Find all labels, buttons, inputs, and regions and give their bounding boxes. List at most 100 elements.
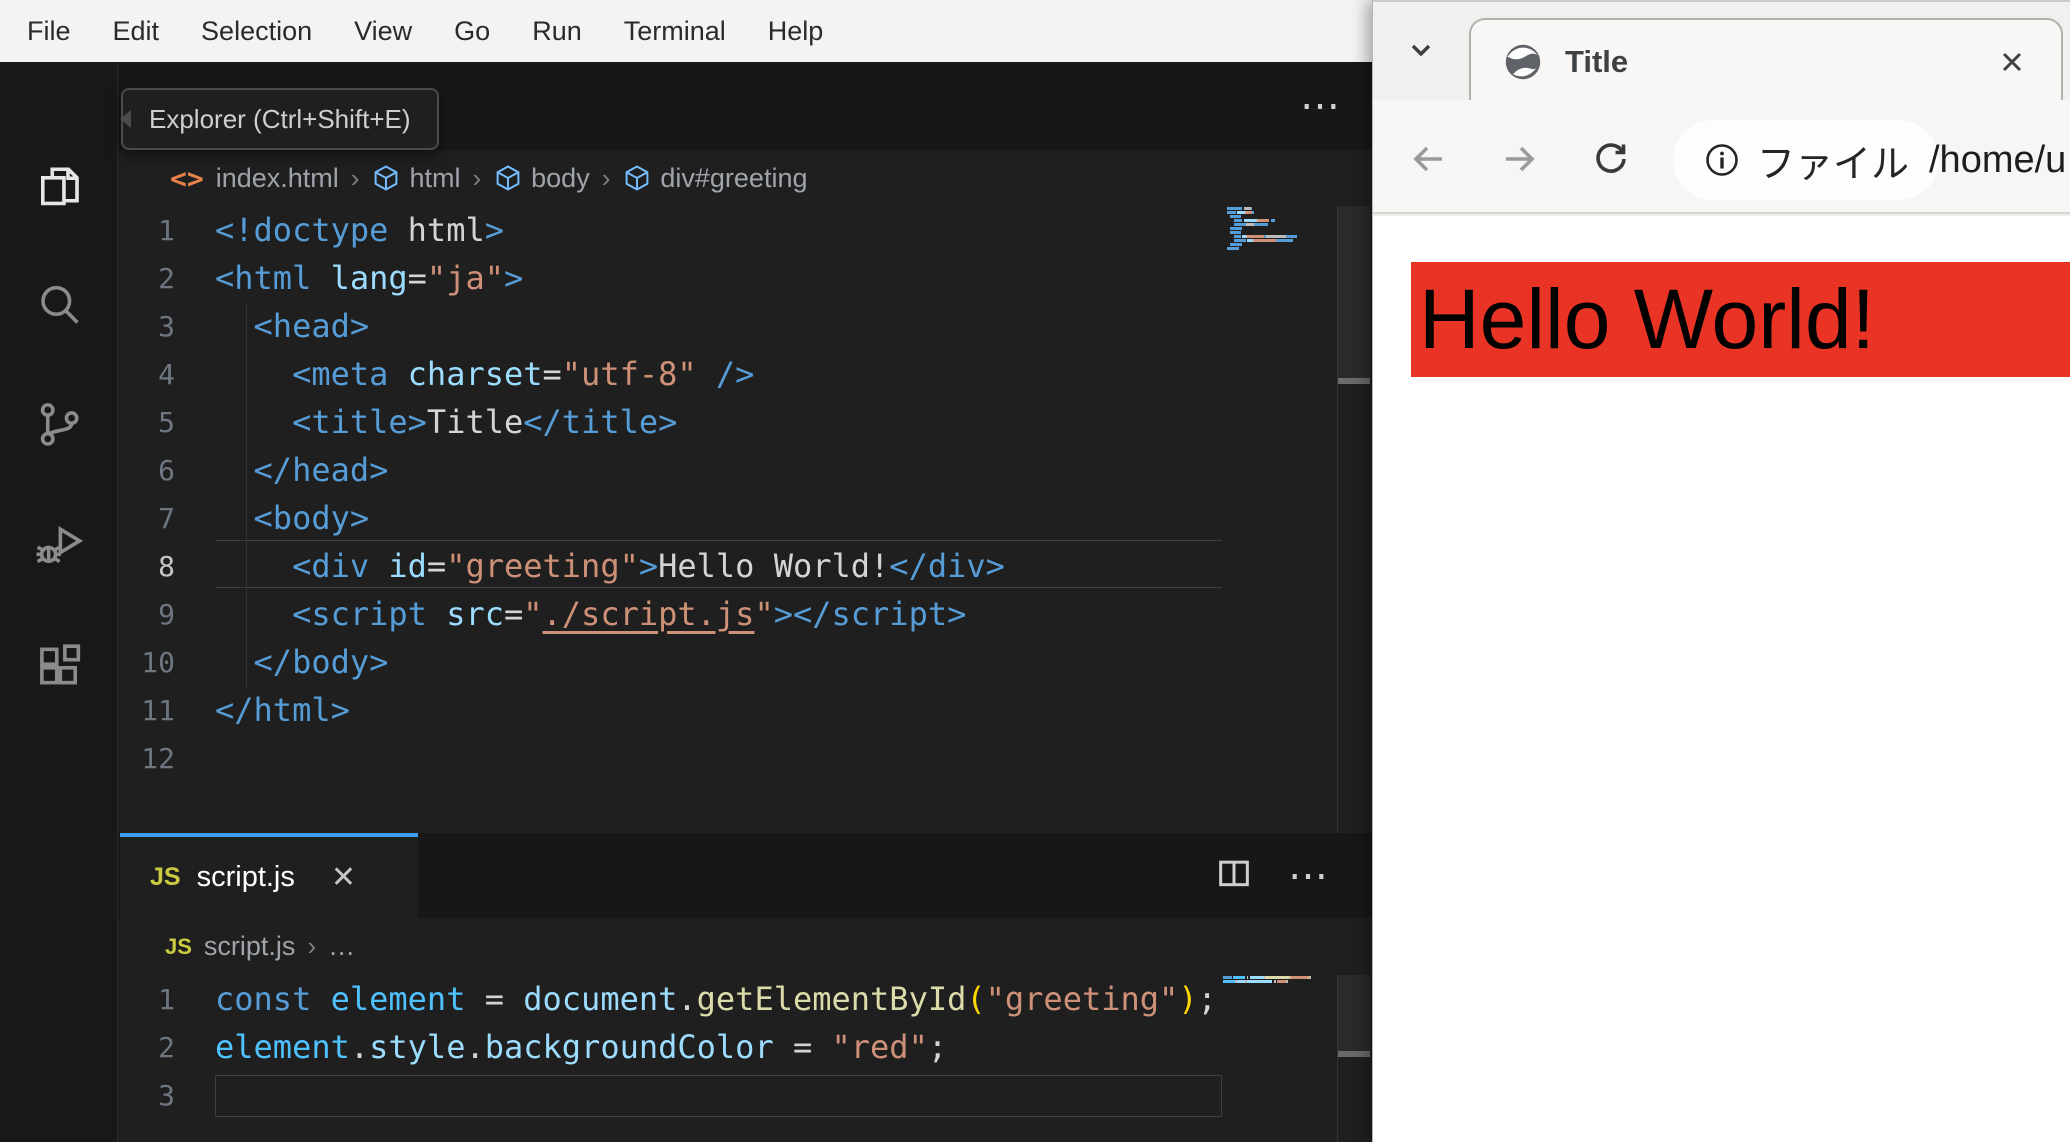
js-code-editor[interactable]: 1 const element = document.getElementById… <box>118 975 1372 1119</box>
code-text: <title>Title</title> <box>292 403 678 441</box>
back-icon[interactable] <box>1407 137 1451 186</box>
code-text: </body> <box>253 643 389 681</box>
scrollbar-thumb-edge <box>1338 378 1370 384</box>
line-number: 12 <box>141 741 175 775</box>
tab-label: script.js <box>196 861 295 893</box>
breadcrumb-file[interactable]: script.js <box>204 931 296 962</box>
code-text: <!doctype html> <box>215 211 504 249</box>
chip-label: ファイル <box>1757 143 1910 186</box>
code-line[interactable]: 5 <title>Title</title> <box>118 398 1372 446</box>
line-number: 9 <box>158 597 175 631</box>
code-line[interactable]: 3 <box>118 1071 1372 1119</box>
code-tag-icon: <> <box>170 161 204 195</box>
code-line[interactable]: 2 element.style.backgroundColor = "red"; <box>118 1023 1372 1071</box>
globe-favicon-icon <box>1503 42 1543 82</box>
close-icon[interactable]: ✕ <box>331 860 356 895</box>
code-line[interactable]: 1 const element = document.getElementById… <box>118 975 1372 1023</box>
line-number: 2 <box>158 261 175 295</box>
menu-item-file[interactable]: File <box>6 16 92 47</box>
chevron-right-icon: › <box>350 162 360 193</box>
browser-tab[interactable]: Title <box>1469 18 2063 104</box>
line-number: 2 <box>158 1030 175 1064</box>
menu-item-help[interactable]: Help <box>747 16 845 47</box>
code-line[interactable]: 2 <html lang="ja"> <box>118 254 1372 302</box>
search-icon[interactable] <box>0 257 118 353</box>
code-line[interactable]: 10 </body> <box>118 638 1372 686</box>
browser-tab-strip: Title <box>1373 0 2070 104</box>
code-text: element.style.backgroundColor = "red"; <box>215 1028 948 1066</box>
code-text: <div id="greeting">Hello World!</div> <box>292 547 1005 585</box>
forward-icon[interactable] <box>1497 137 1541 186</box>
code-line[interactable]: 4 <meta charset="utf-8" /> <box>118 350 1372 398</box>
chevron-right-icon: › <box>307 931 317 961</box>
line-number: 3 <box>158 309 175 343</box>
site-info-chip[interactable]: ファイル <box>1673 120 1940 200</box>
breadcrumb-segment[interactable]: div#greeting <box>660 163 807 194</box>
run-and-debug-icon[interactable] <box>0 496 118 592</box>
address-bar[interactable]: /home/u <box>1929 120 2066 200</box>
code-line[interactable]: 7 <body> <box>118 494 1372 542</box>
js-file-icon: JS <box>165 933 192 959</box>
code-line[interactable]: 6 </head> <box>118 446 1372 494</box>
menu-item-go[interactable]: Go <box>433 16 511 47</box>
line-number: 1 <box>158 982 175 1016</box>
breadcrumb-more[interactable]: … <box>328 931 355 962</box>
editor-more-actions-icon[interactable]: ⋯ <box>1300 62 1344 150</box>
code-text: <meta charset="utf-8" /> <box>292 355 755 393</box>
screen: File Edit Selection View Go Run Terminal Help ⋯… <box>0 0 2070 1142</box>
code-line[interactable]: 9 <script src="./script.js"></script> <box>118 590 1372 638</box>
js-file-icon: JS <box>150 863 181 891</box>
line-number: 7 <box>158 501 175 535</box>
menu-item-selection[interactable]: Selection <box>180 16 333 47</box>
symbol-cube-icon <box>622 163 652 193</box>
minimap[interactable] <box>1223 976 1312 988</box>
extensions-icon[interactable] <box>0 618 118 714</box>
line-number: 11 <box>141 693 175 727</box>
reload-icon[interactable] <box>1589 137 1633 186</box>
close-icon[interactable] <box>1997 20 2027 104</box>
browser-page: Hello World! <box>1373 216 2070 1142</box>
line-number: 1 <box>158 213 175 247</box>
breadcrumb[interactable]: JS script.js › … <box>118 918 1372 975</box>
scrollbar-thumb-edge <box>1338 1051 1370 1057</box>
menu-item-view[interactable]: View <box>333 16 433 47</box>
scrollbar-thumb[interactable] <box>1338 206 1370 382</box>
more-actions-icon[interactable]: ⋯ <box>1288 853 1332 899</box>
symbol-cube-icon <box>371 163 401 193</box>
menu-item-terminal[interactable]: Terminal <box>603 16 747 47</box>
code-text: <html lang="ja"> <box>215 259 524 297</box>
code-text: const element = document.getElementById(… <box>215 980 1217 1018</box>
tab-search-chevron-icon[interactable] <box>1403 32 1439 73</box>
explorer-tooltip: Explorer (Ctrl+Shift+E) <box>120 88 439 150</box>
breadcrumb-segment[interactable]: body <box>531 163 590 194</box>
line-number: 6 <box>158 453 175 487</box>
html-code-editor[interactable]: 1 <!doctype html> 2 <html lang="ja"> 3 <head… <box>118 206 1372 782</box>
code-line[interactable]: 12 <box>118 734 1372 782</box>
code-line[interactable]: 8 <div id="greeting">Hello World!</div> <box>118 542 1372 590</box>
menu-item-edit[interactable]: Edit <box>92 16 181 47</box>
code-text: </head> <box>253 451 389 489</box>
chevron-right-icon: › <box>472 162 482 193</box>
breadcrumb-file[interactable]: index.html <box>216 163 339 194</box>
code-line[interactable]: 3 <head> <box>118 302 1372 350</box>
browser-toolbar: ファイル /home/u <box>1373 100 2070 214</box>
line-number: 10 <box>141 645 175 679</box>
scrollbar-thumb[interactable] <box>1338 975 1370 1055</box>
chevron-right-icon: › <box>601 162 611 193</box>
breadcrumb-segment[interactable]: html <box>409 163 460 194</box>
code-line[interactable]: 1 <!doctype html> <box>118 206 1372 254</box>
line-number: 5 <box>158 405 175 439</box>
breadcrumb[interactable]: <> index.html › html › body › div#greeti… <box>118 150 1372 206</box>
tab-script-js[interactable]: JS script.js ✕ <box>120 833 418 918</box>
split-editor-icon[interactable] <box>1214 853 1254 898</box>
code-line[interactable]: 11 </html> <box>118 686 1372 734</box>
line-number: 4 <box>158 357 175 391</box>
menu-bar: File Edit Selection View Go Run Terminal Help <box>0 0 1372 62</box>
source-control-icon[interactable] <box>0 376 118 472</box>
greeting-div: Hello World! <box>1411 262 2070 377</box>
vscode-window: File Edit Selection View Go Run Terminal Help ⋯… <box>0 0 1372 1142</box>
menu-item-run[interactable]: Run <box>511 16 603 47</box>
explorer-files-icon[interactable] <box>0 137 118 233</box>
minimap[interactable] <box>1227 207 1297 255</box>
browser-tab-title: Title <box>1565 44 1629 79</box>
